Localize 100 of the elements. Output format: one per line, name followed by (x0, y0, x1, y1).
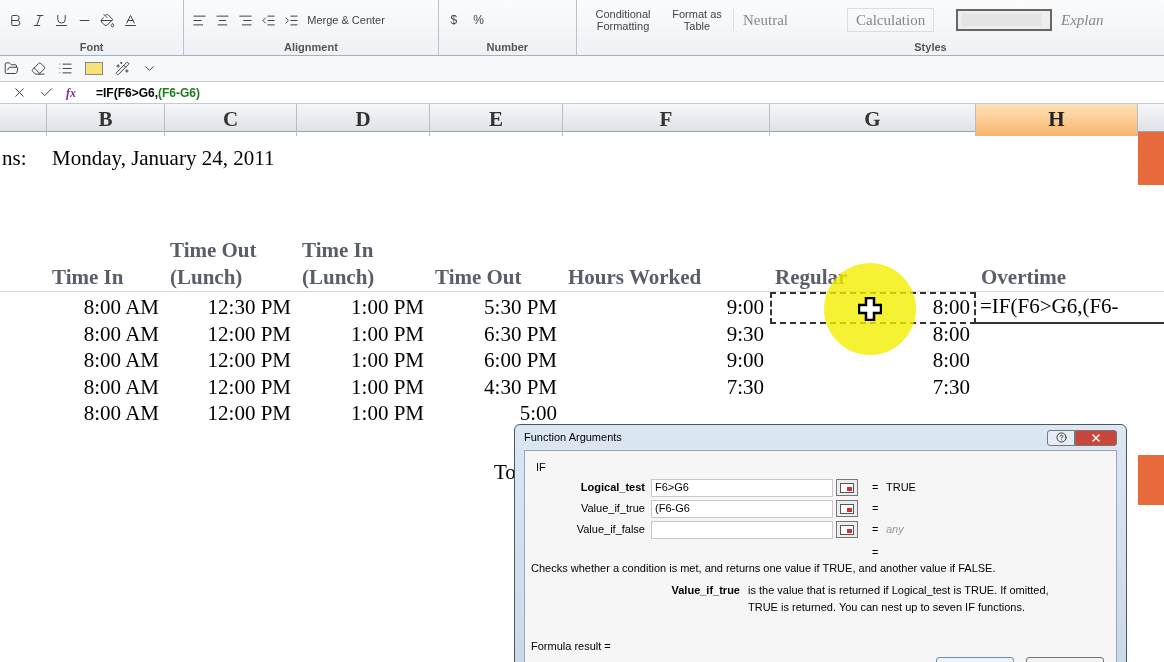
cell-text: 6:00 PM (484, 347, 558, 374)
cell-style[interactable] (956, 9, 1052, 31)
argument-label: Logical_test (579, 480, 646, 496)
column-header[interactable]: E (430, 104, 563, 136)
cell-text: 6:30 PM (484, 320, 558, 348)
align-left-icon[interactable] (192, 12, 208, 28)
cell-text: 8:00 AM (83, 294, 160, 321)
cell-text: 9:00 (726, 294, 765, 321)
column-heading: Time In (51, 264, 125, 291)
formula-result: Formula result = (531, 639, 612, 654)
argument-help-text: is the value that is returned if Logical_test is TRUE. If omitted, TRUE is returned. You can nest up to seven IF functions. (748, 583, 1050, 615)
collapse-dialog-button[interactable] (836, 479, 858, 496)
column-heading: Time Out (434, 264, 523, 291)
equals-sign: = (871, 545, 880, 560)
equals-sign: = (872, 522, 880, 538)
list-icon[interactable] (58, 61, 73, 76)
equals-sign: = (872, 501, 880, 517)
column-heading: Hours Worked (567, 264, 703, 291)
group-label: Styles (913, 40, 948, 54)
cell-text: 8:00 AM (83, 320, 160, 348)
cancel-icon[interactable] (12, 85, 27, 100)
column-header[interactable]: B (47, 104, 165, 136)
close-icon (1090, 431, 1102, 444)
cell-text: 1:00 PM (351, 400, 425, 427)
group-label: Alignment (283, 40, 339, 54)
help-button[interactable] (1047, 429, 1075, 446)
argument-field[interactable] (651, 520, 833, 539)
font-color-icon[interactable] (123, 12, 138, 28)
cell-text: 8:00 AM (83, 373, 160, 401)
formula-field[interactable]: =IF(F6>G6,(F6-G6) (96, 83, 201, 102)
close-button[interactable] (1075, 429, 1117, 446)
format-as-table-button[interactable]: Format as Table (669, 8, 725, 32)
function-name: IF (535, 460, 547, 475)
cell-text: To (494, 459, 516, 484)
function-icon[interactable]: fx (66, 83, 76, 102)
highlight-icon[interactable] (85, 62, 103, 75)
cell-text: 1:00 PM (351, 320, 425, 348)
column-header[interactable]: C (165, 104, 297, 136)
bold-icon[interactable] (8, 12, 23, 28)
column-header[interactable]: D (297, 104, 430, 136)
indent-increase-icon[interactable] (284, 12, 300, 28)
cell-text: 5:30 PM (484, 294, 558, 321)
cell-text: 1:00 PM (351, 347, 425, 374)
wand-icon[interactable] (115, 61, 130, 76)
cell-text: 8:00 (932, 347, 971, 374)
help-icon (1055, 432, 1067, 443)
eraser-icon[interactable] (31, 61, 46, 76)
argument-result: TRUE (886, 480, 916, 496)
percent-button[interactable]: % (469, 11, 488, 29)
argument-label: Value_if_false (575, 522, 646, 538)
move-cursor-icon (858, 297, 882, 321)
cell-text: 7:30 (932, 373, 971, 401)
cell-text: 12:00 PM (207, 320, 292, 348)
fill-color-icon[interactable] (100, 12, 115, 28)
cell-text: 4:30 PM (484, 373, 558, 401)
date-text: Monday, January 24, 2011 (51, 144, 276, 172)
cell-text: 8:00 (932, 320, 971, 348)
edit-cell[interactable]: =IF(F6>G6,(F6- (976, 292, 1164, 324)
cell-text: 9:30 (726, 320, 765, 348)
indent-decrease-icon[interactable] (261, 12, 277, 28)
group-label: Font (78, 40, 105, 54)
cell-text: 12:00 PM (207, 400, 292, 427)
cell-text: 12:30 PM (207, 294, 292, 321)
argument-result: any (886, 522, 904, 538)
column-heading: Time Out (Lunch) (169, 237, 258, 291)
cell-text: 8:00 AM (83, 347, 160, 374)
function-description: Checks whether a condition is met, and returns one value if TRUE, and another value if FALSE. (531, 561, 997, 576)
cell-text: 7:30 (726, 373, 765, 401)
column-heading: Overtime (980, 264, 1068, 291)
argument-help-label: Value_if_true (670, 583, 741, 598)
cell-text: 9:00 (726, 347, 765, 374)
column-header[interactable]: H (976, 104, 1138, 136)
dialog-title: Function Arguments (524, 430, 623, 446)
conditional-formatting-button[interactable]: Conditional Formatting (585, 8, 661, 32)
folder-icon[interactable] (4, 61, 19, 76)
cell-text: 5:00 (519, 400, 558, 427)
cell-text: 1:00 PM (351, 294, 425, 321)
column-heading: Time In (Lunch) (301, 237, 376, 291)
cell-text: 8:00 (932, 294, 971, 321)
italic-icon[interactable] (31, 12, 46, 28)
cell-fill (1138, 132, 1164, 185)
underline-icon[interactable] (54, 12, 69, 28)
align-right-icon[interactable] (238, 12, 254, 28)
cell-text: 12:00 PM (207, 373, 292, 401)
currency-button[interactable]: $ (446, 11, 462, 29)
argument-label: Value_if_true (580, 501, 646, 517)
column-header[interactable]: F (563, 104, 770, 136)
collapse-dialog-button[interactable] (836, 500, 858, 517)
merge-center-button[interactable]: Merge & Center (307, 11, 385, 29)
group-label: Number (485, 40, 530, 54)
cell-fill (1138, 454, 1164, 505)
collapse-dialog-button[interactable] (836, 521, 858, 538)
cell-text: 1:00 PM (351, 373, 425, 401)
argument-field[interactable]: (F6-G6 (651, 499, 833, 518)
equals-sign: = (872, 480, 880, 496)
argument-field[interactable]: F6>G6 (651, 478, 833, 497)
cell-text: 12:00 PM (207, 347, 292, 374)
cell-text: 8:00 AM (83, 400, 160, 427)
align-center-icon[interactable] (215, 12, 231, 28)
cell-text: ns: (1, 144, 28, 172)
